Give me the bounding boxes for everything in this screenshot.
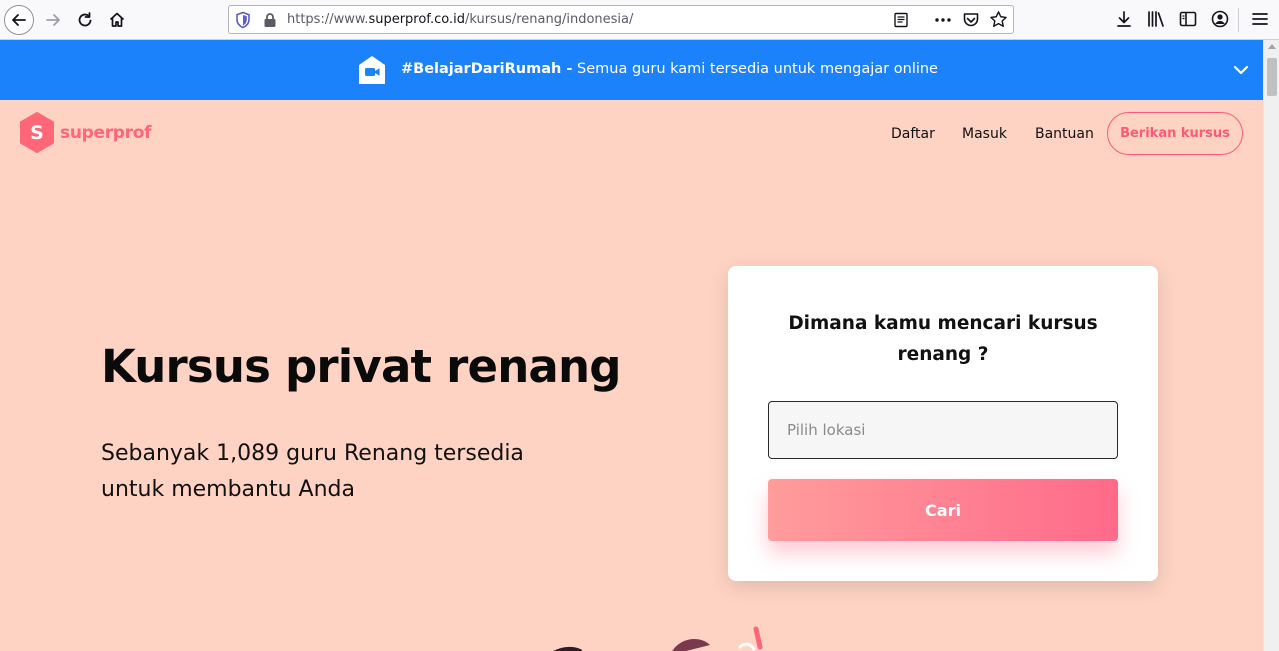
reload-button[interactable]: [70, 5, 100, 35]
search-question: Dimana kamu mencari kursus renang ?: [788, 313, 1098, 365]
hero-title: Kursus privat renang: [101, 340, 621, 393]
back-button[interactable]: [4, 5, 34, 35]
browser-toolbar: https://www.superprof.co.id/kursus/renan…: [0, 0, 1279, 40]
page-scrollbar[interactable]: [1263, 40, 1279, 651]
forward-button[interactable]: [38, 5, 68, 35]
sidebar-icon[interactable]: [1178, 9, 1198, 29]
toolbar-separator: [1238, 8, 1239, 32]
logo-hexagon-icon: S: [20, 112, 54, 153]
home-icon: [109, 12, 125, 27]
nav-bantuan-link[interactable]: Bantuan: [1035, 126, 1094, 142]
page-viewport: #BelajarDariRumah - Semua guru kami ters…: [0, 40, 1263, 651]
library-icon[interactable]: [1146, 9, 1166, 29]
nav-daftar-link[interactable]: Daftar: [891, 126, 935, 142]
reader-view-icon[interactable]: [893, 12, 909, 28]
berikan-kursus-button[interactable]: Berikan kursus: [1107, 112, 1243, 155]
video-house-icon: [359, 56, 385, 84]
search-submit-button[interactable]: Cari: [768, 479, 1118, 541]
arrow-right-icon: [46, 14, 60, 26]
home-button[interactable]: [102, 5, 132, 35]
hamburger-menu-icon[interactable]: [1250, 9, 1270, 29]
page-actions-icon[interactable]: [933, 10, 953, 30]
chevron-down-icon[interactable]: [1233, 64, 1249, 76]
url-bar[interactable]: https://www.superprof.co.id/kursus/renan…: [228, 5, 1014, 34]
nav-masuk-link[interactable]: Masuk: [962, 126, 1007, 142]
pocket-icon[interactable]: [962, 11, 980, 29]
logo-wordmark: superprof: [60, 122, 152, 143]
hero-subtitle: Sebanyak 1,089 guru Renang tersedia untu…: [101, 441, 524, 502]
tracking-shield-icon[interactable]: [235, 11, 251, 29]
banner-hashtag: #BelajarDariRumah -: [401, 61, 573, 77]
bookmark-star-icon[interactable]: [989, 10, 1008, 29]
arrow-left-icon: [12, 14, 26, 26]
downloads-icon[interactable]: [1114, 9, 1134, 29]
scroll-thumb[interactable]: [1267, 58, 1277, 96]
superprof-logo[interactable]: S superprof: [19, 112, 152, 153]
search-card: Dimana kamu mencari kursus renang ? Cari: [728, 266, 1158, 581]
scroll-up-arrow-icon[interactable]: [1268, 44, 1276, 49]
reload-icon: [78, 12, 92, 27]
announcement-banner[interactable]: #BelajarDariRumah - Semua guru kami ters…: [0, 40, 1263, 100]
logo-letter: S: [30, 122, 44, 144]
illustration-partial: [553, 626, 763, 651]
url-text[interactable]: https://www.superprof.co.id/kursus/renan…: [287, 12, 633, 27]
lock-icon[interactable]: [263, 12, 277, 28]
account-icon[interactable]: [1210, 9, 1230, 29]
banner-text: #BelajarDariRumah - Semua guru kami ters…: [401, 61, 938, 77]
location-input[interactable]: [768, 401, 1118, 459]
banner-message: Semua guru kami tersedia untuk mengajar …: [572, 61, 938, 77]
